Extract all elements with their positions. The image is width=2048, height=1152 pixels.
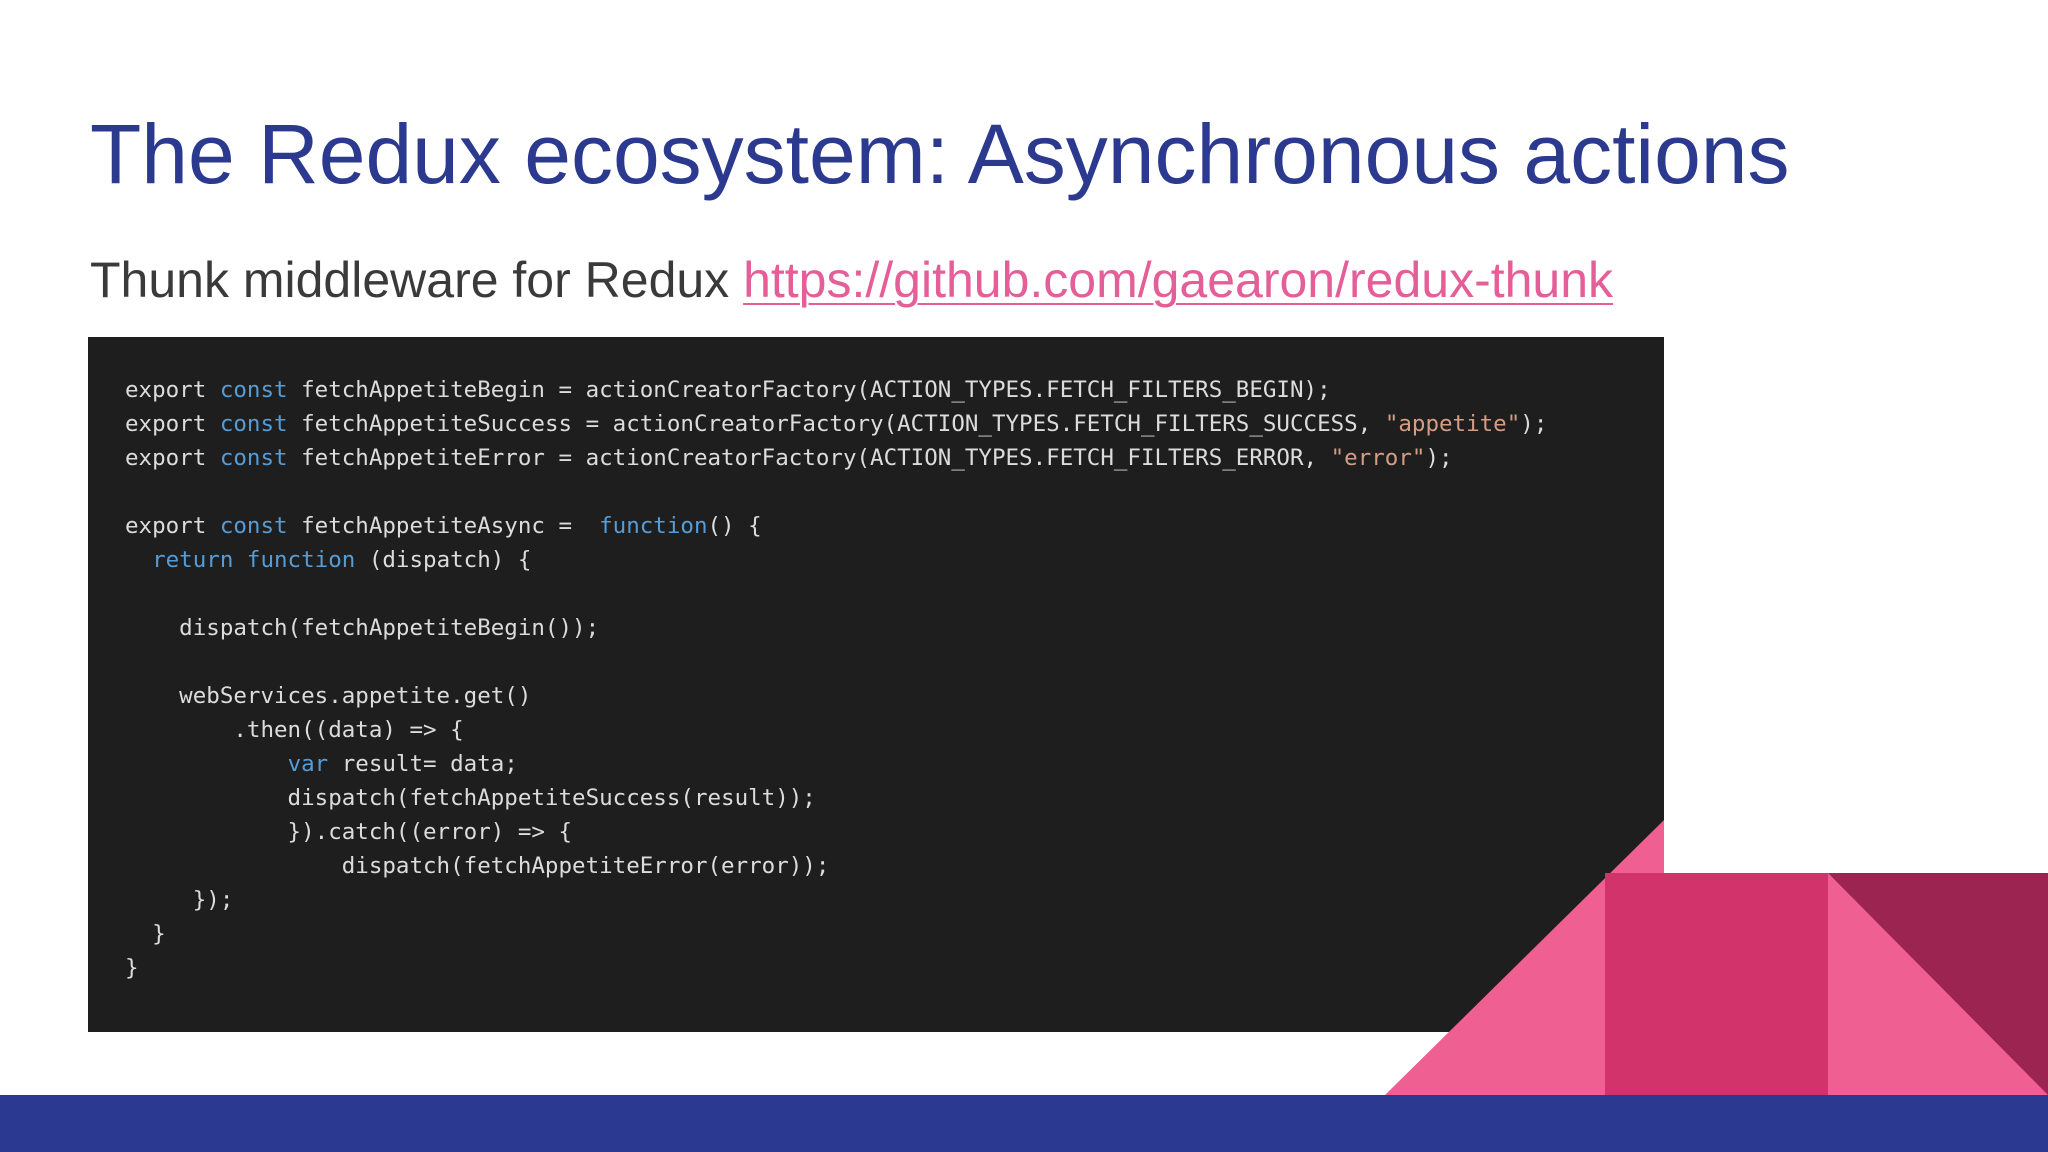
corner-decoration: [1385, 820, 2048, 1095]
deco-block-magenta: [1605, 873, 1830, 1095]
bottom-bar: [0, 1095, 2048, 1152]
